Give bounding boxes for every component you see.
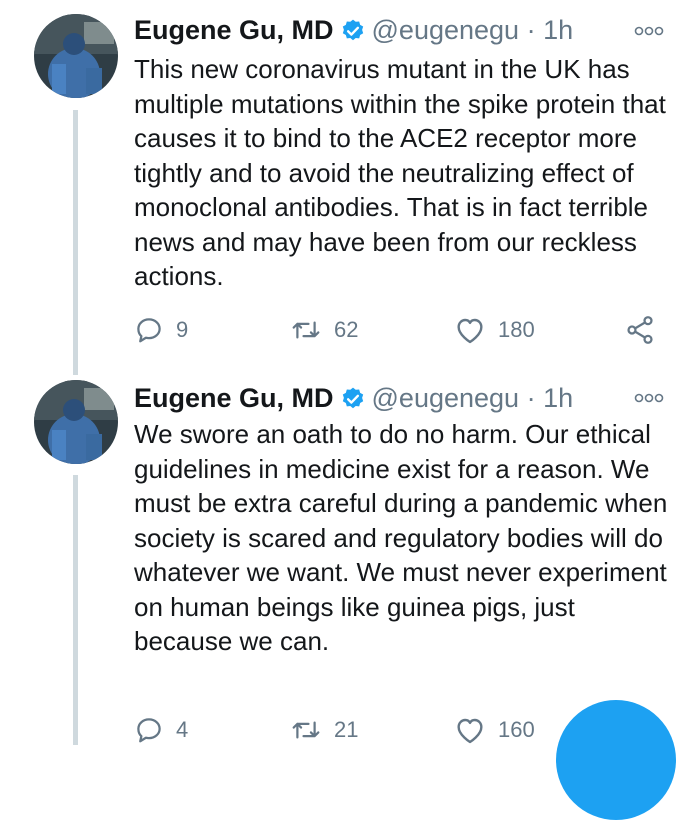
compose-tweet-button[interactable] — [556, 700, 676, 820]
reply-count: 9 — [176, 317, 189, 342]
like-icon — [454, 715, 486, 745]
separator: · — [526, 15, 536, 45]
retweet-count: 21 — [334, 717, 359, 742]
more-options-icon[interactable] — [634, 387, 664, 408]
reply-button[interactable]: 4 — [134, 712, 188, 748]
author-name[interactable]: Eugene Gu, MD — [134, 15, 334, 45]
tweet-header: Eugene Gu, MD @eugenegu · 1h — [134, 382, 573, 419]
more-options-icon[interactable] — [634, 20, 664, 41]
like-count: 180 — [498, 317, 535, 342]
retweet-button[interactable]: 21 — [290, 712, 358, 748]
like-button[interactable]: 180 — [454, 312, 535, 348]
author-handle[interactable]: @eugenegu — [372, 383, 520, 413]
share-button[interactable] — [624, 312, 656, 348]
tweet[interactable]: Eugene Gu, MD @eugenegu · 1h We swore an … — [0, 375, 690, 745]
separator: · — [526, 383, 536, 413]
reply-button[interactable]: 9 — [134, 312, 188, 348]
author-handle[interactable]: @eugenegu — [372, 15, 520, 45]
retweet-icon — [290, 715, 322, 745]
share-icon — [624, 314, 656, 346]
tweet-text: This new coronavirus mutant in the UK ha… — [134, 54, 666, 291]
timestamp[interactable]: 1h — [543, 383, 573, 413]
retweet-button[interactable]: 62 — [290, 312, 358, 348]
thread-line — [73, 110, 78, 375]
reply-count: 4 — [176, 717, 189, 742]
avatar[interactable] — [34, 380, 118, 464]
verified-badge-icon — [340, 18, 366, 51]
verified-badge-icon — [340, 386, 366, 419]
like-icon — [454, 315, 486, 345]
author-name[interactable]: Eugene Gu, MD — [134, 383, 334, 413]
like-count: 160 — [498, 717, 535, 742]
tweet-text: We swore an oath to do no harm. Our ethi… — [134, 419, 668, 656]
timestamp[interactable]: 1h — [543, 15, 573, 45]
tweet-header: Eugene Gu, MD @eugenegu · 1h — [134, 14, 573, 51]
thread-line — [73, 475, 78, 745]
tweet-actions: 9 62 180 — [134, 312, 664, 348]
retweet-count: 62 — [334, 317, 359, 342]
tweet[interactable]: Eugene Gu, MD @eugenegu · 1h This new cor… — [0, 0, 690, 375]
like-button[interactable]: 160 — [454, 712, 535, 748]
avatar[interactable] — [34, 14, 118, 98]
reply-icon — [134, 715, 164, 745]
reply-icon — [134, 315, 164, 345]
retweet-icon — [290, 315, 322, 345]
